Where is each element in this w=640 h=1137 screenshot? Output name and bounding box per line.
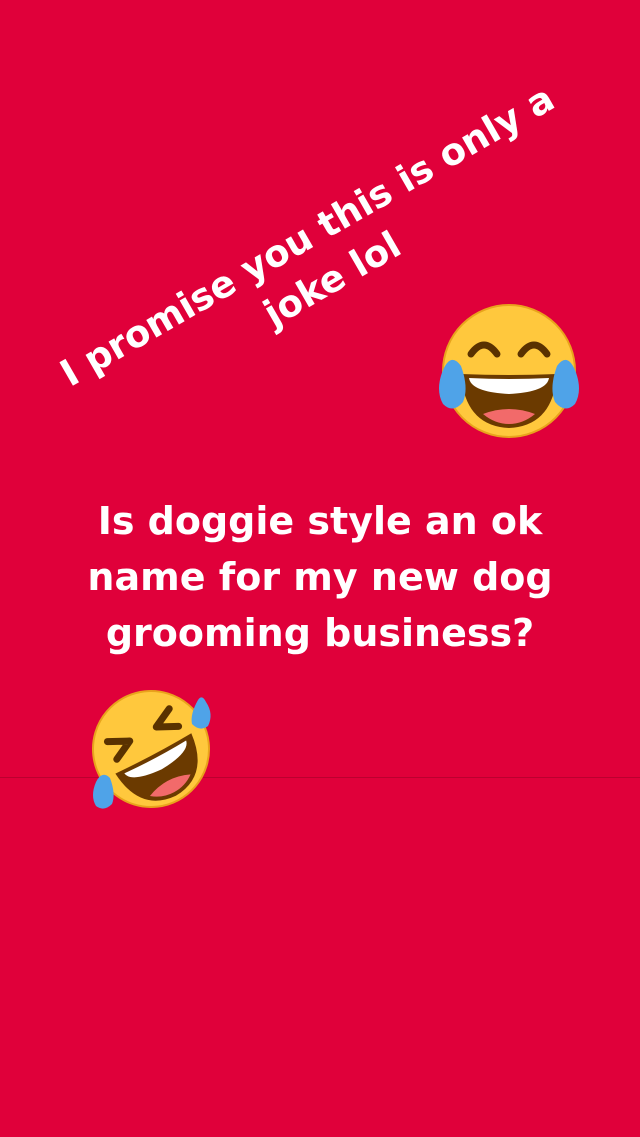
question-line-3: grooming business?	[105, 611, 535, 655]
story-background-bottom	[0, 778, 640, 1137]
question-line-1: Is doggie style an ok	[97, 499, 543, 543]
rolling-on-the-floor-laughing-icon[interactable]	[82, 682, 220, 816]
question-text[interactable]: Is doggie style an ok name for my new do…	[40, 493, 600, 661]
face-with-tears-of-joy-icon[interactable]	[431, 296, 587, 446]
question-line-2: name for my new dog	[87, 555, 553, 599]
story-canvas: I promise you this is only a joke lol Is…	[0, 0, 640, 1137]
